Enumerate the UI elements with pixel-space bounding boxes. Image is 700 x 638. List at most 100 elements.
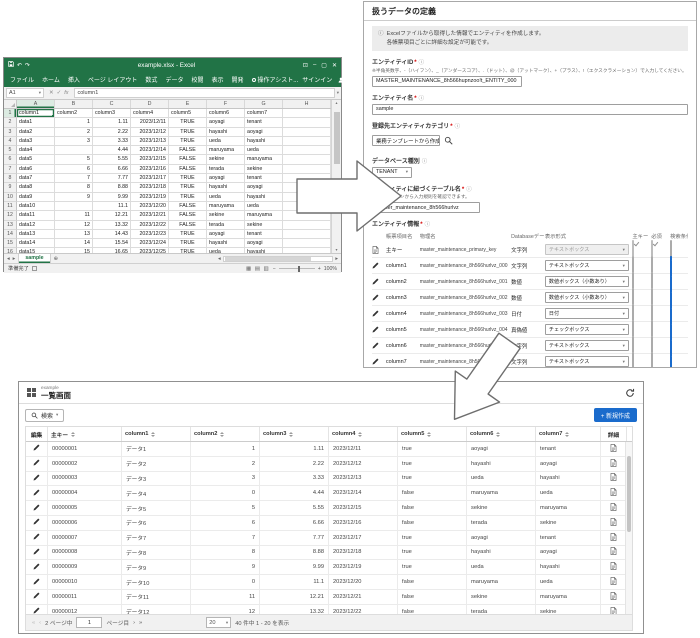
- cell-E9[interactable]: TRUE: [169, 183, 207, 192]
- cell-A12[interactable]: data11: [17, 211, 55, 220]
- cell-D2[interactable]: 2023/12/11: [131, 118, 169, 127]
- insert-function-icon[interactable]: fx: [64, 90, 68, 96]
- cell-G13[interactable]: sekine: [245, 221, 283, 230]
- cell-A16[interactable]: data15: [17, 248, 55, 253]
- cell-F7[interactable]: terada: [207, 165, 245, 174]
- first-page-icon[interactable]: «: [32, 620, 35, 626]
- cell-C7[interactable]: 6.66: [93, 165, 131, 174]
- refresh-icon[interactable]: [625, 388, 635, 398]
- enter-icon[interactable]: ✓: [57, 90, 62, 96]
- cell-D1[interactable]: column4: [131, 109, 169, 118]
- detail-button[interactable]: [610, 444, 617, 454]
- next-page-icon[interactable]: ›: [133, 620, 135, 626]
- column-header-G[interactable]: G: [245, 100, 283, 108]
- undo-icon[interactable]: ↶: [17, 62, 22, 69]
- edit-item-button[interactable]: [372, 294, 386, 301]
- cell-H9[interactable]: [283, 183, 331, 192]
- cell-B3[interactable]: 2: [55, 128, 93, 137]
- list-col-header-5[interactable]: column4: [329, 427, 398, 441]
- row-header-11[interactable]: 11: [4, 202, 17, 211]
- cell-A5[interactable]: data4: [17, 146, 55, 155]
- cancel-icon[interactable]: ✕: [49, 90, 54, 96]
- display-format-select[interactable]: テキストボックス▾: [545, 356, 629, 367]
- ribbon-tab-0[interactable]: ファイル: [6, 73, 38, 86]
- cell-E16[interactable]: TRUE: [169, 248, 207, 253]
- cell-A14[interactable]: data13: [17, 230, 55, 239]
- row-header-3[interactable]: 3: [4, 128, 17, 137]
- cell-F16[interactable]: ueda: [207, 248, 245, 253]
- cell-G1[interactable]: column7: [245, 109, 283, 118]
- row-header-9[interactable]: 9: [4, 183, 17, 192]
- create-new-button[interactable]: + 新規作成: [594, 408, 637, 422]
- cell-E7[interactable]: FALSE: [169, 165, 207, 174]
- edit-item-button[interactable]: [372, 262, 386, 269]
- list-col-header-1[interactable]: 主キー: [48, 427, 122, 441]
- cell-H4[interactable]: [283, 137, 331, 146]
- close-icon[interactable]: ✕: [332, 62, 337, 69]
- cell-E12[interactable]: FALSE: [169, 211, 207, 220]
- cell-H6[interactable]: [283, 155, 331, 164]
- cell-G6[interactable]: maruyama: [245, 155, 283, 164]
- column-header-D[interactable]: D: [131, 100, 169, 108]
- sort-icon[interactable]: [565, 432, 569, 437]
- cell-H2[interactable]: [283, 118, 331, 127]
- cell-E15[interactable]: TRUE: [169, 239, 207, 248]
- row-header-5[interactable]: 5: [4, 146, 17, 155]
- cell-D11[interactable]: 2023/12/20: [131, 202, 169, 211]
- name-box[interactable]: A1▾: [6, 88, 44, 98]
- cell-B13[interactable]: 12: [55, 221, 93, 230]
- redo-icon[interactable]: ↷: [25, 62, 30, 69]
- cell-G4[interactable]: hayashi: [245, 137, 283, 146]
- cell-E1[interactable]: column5: [169, 109, 207, 118]
- cell-G14[interactable]: tenant: [245, 230, 283, 239]
- cell-A1[interactable]: column1: [17, 109, 55, 118]
- cell-H13[interactable]: [283, 221, 331, 230]
- row-header-8[interactable]: 8: [4, 174, 17, 183]
- list-col-header-6[interactable]: column5: [398, 427, 467, 441]
- cell-E5[interactable]: FALSE: [169, 146, 207, 155]
- last-page-icon[interactable]: »: [139, 620, 142, 626]
- list-vertical-scrollbar[interactable]: [625, 442, 632, 614]
- zoom-level[interactable]: 100%: [324, 266, 337, 272]
- cell-D10[interactable]: 2023/12/19: [131, 193, 169, 202]
- cell-C12[interactable]: 12.21: [93, 211, 131, 220]
- cell-H1[interactable]: [283, 109, 331, 118]
- cell-D16[interactable]: 2023/12/25: [131, 248, 169, 253]
- cell-E3[interactable]: TRUE: [169, 128, 207, 137]
- detail-button[interactable]: [610, 488, 617, 498]
- ribbon-tab-3[interactable]: ページ レイアウト: [84, 73, 142, 86]
- sheet-prev-icon[interactable]: ◂: [7, 256, 10, 262]
- cell-B2[interactable]: 1: [55, 118, 93, 127]
- edit-row-button[interactable]: [33, 504, 40, 513]
- tell-me[interactable]: 操作アシスト...: [248, 73, 303, 86]
- cell-B10[interactable]: 9: [55, 193, 93, 202]
- cell-C14[interactable]: 14.43: [93, 230, 131, 239]
- cell-B4[interactable]: 3: [55, 137, 93, 146]
- maximize-icon[interactable]: ▢: [321, 62, 327, 69]
- row-header-2[interactable]: 2: [4, 118, 17, 127]
- edit-row-button[interactable]: [33, 518, 40, 527]
- sheet-next-icon[interactable]: ▸: [13, 256, 16, 262]
- cell-A6[interactable]: data5: [17, 155, 55, 164]
- display-format-select[interactable]: 数値ボックス（小数あり）▾: [545, 276, 629, 287]
- ribbon-tab-4[interactable]: 数式: [141, 73, 161, 86]
- column-header-C[interactable]: C: [93, 100, 131, 108]
- zoom-out-icon[interactable]: −: [273, 266, 276, 272]
- cell-G5[interactable]: ueda: [245, 146, 283, 155]
- help-icon[interactable]: ⓘ: [455, 124, 460, 130]
- search-icon[interactable]: [444, 132, 453, 150]
- cell-A11[interactable]: data10: [17, 202, 55, 211]
- detail-button[interactable]: [610, 577, 617, 587]
- cell-B15[interactable]: 14: [55, 239, 93, 248]
- row-header-6[interactable]: 6: [4, 155, 17, 164]
- sort-icon[interactable]: [220, 432, 224, 437]
- cell-C13[interactable]: 13.32: [93, 221, 131, 230]
- cell-E6[interactable]: FALSE: [169, 155, 207, 164]
- cell-F2[interactable]: aoyagi: [207, 118, 245, 127]
- cell-C8[interactable]: 7.77: [93, 174, 131, 183]
- cell-B5[interactable]: [55, 146, 93, 155]
- list-col-header-7[interactable]: column6: [467, 427, 536, 441]
- row-header-1[interactable]: 1: [4, 109, 17, 118]
- ribbon-tab-6[interactable]: 校閲: [187, 73, 207, 86]
- cell-D13[interactable]: 2023/12/22: [131, 221, 169, 230]
